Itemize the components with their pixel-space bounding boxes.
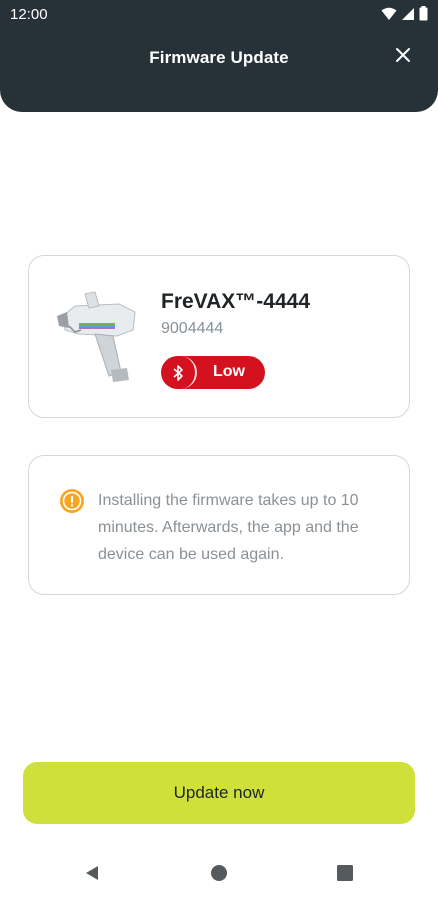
battery-icon	[419, 6, 428, 21]
recents-button[interactable]	[334, 864, 356, 886]
battery-label: Low	[213, 363, 245, 380]
home-icon[interactable]	[210, 864, 228, 887]
back-button[interactable]	[81, 864, 103, 886]
home-button[interactable]	[208, 864, 230, 886]
app-header: 12:00 Firmware Update	[0, 0, 438, 112]
bluetooth-icon	[161, 356, 197, 389]
back-icon[interactable]	[83, 864, 101, 887]
status-bar: 12:00	[0, 0, 438, 30]
device-card: FreVAX™-4444 9004444 Low	[28, 255, 410, 418]
page-title: Firmware Update	[149, 48, 289, 67]
close-button[interactable]	[390, 44, 416, 70]
status-icons	[381, 6, 428, 21]
status-time: 12:00	[10, 6, 48, 23]
update-now-button[interactable]: Update now	[23, 762, 415, 824]
info-card: Installing the firmware takes up to 10 m…	[28, 455, 410, 595]
device-serial: 9004444	[161, 320, 224, 337]
system-nav-bar	[0, 850, 438, 900]
info-icon	[59, 488, 85, 514]
device-image	[55, 290, 165, 386]
signal-icon	[401, 7, 415, 21]
info-text: Installing the firmware takes up to 10 m…	[98, 492, 359, 563]
device-name: FreVAX™-4444	[161, 290, 311, 313]
recents-icon[interactable]	[336, 864, 354, 887]
close-icon[interactable]	[395, 47, 411, 68]
battery-status-badge: Low	[161, 356, 265, 389]
wifi-icon	[381, 7, 397, 21]
